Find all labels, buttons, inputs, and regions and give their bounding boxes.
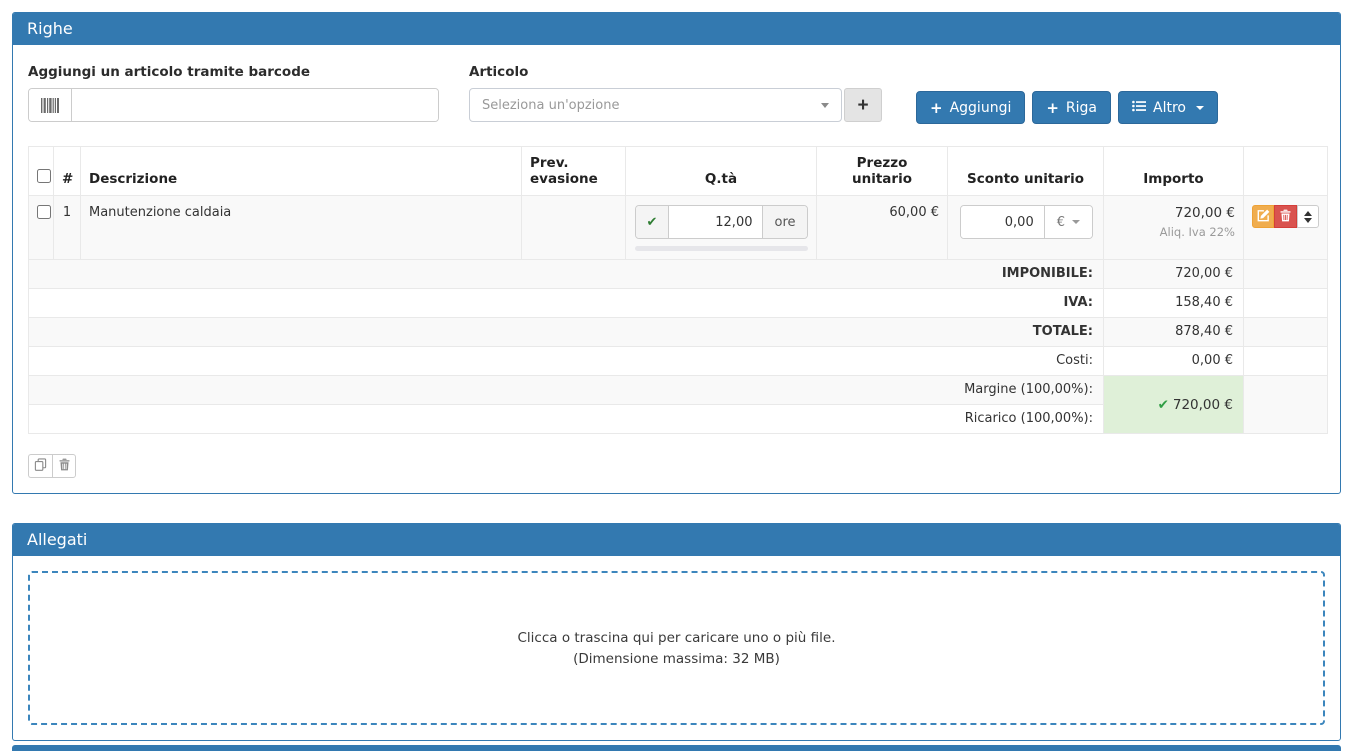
unit-of-measure-label: ore xyxy=(762,206,806,238)
row-importo-cell: 720,00 € Aliq. Iva 22% xyxy=(1104,196,1244,260)
edit-row-button[interactable] xyxy=(1252,205,1274,228)
aggiungi-button[interactable]: + Aggiungi xyxy=(916,91,1025,124)
barcode-icon xyxy=(29,89,72,121)
pencil-square-icon xyxy=(1257,209,1270,225)
row-number: 1 xyxy=(54,196,81,260)
dropzone-text-line2: (Dimensione massima: 32 MB) xyxy=(573,651,780,667)
add-row-form: Aggiungi un articolo tramite barcode xyxy=(28,60,1325,124)
articolo-field-group: Articolo Seleziona un'opzione + xyxy=(469,60,882,122)
dropzone-text-line1: Clicca o trascina qui per caricare uno o… xyxy=(518,630,836,646)
barcode-field-group: Aggiungi un articolo tramite barcode xyxy=(28,60,439,122)
trash-icon xyxy=(59,458,70,474)
row-prev-evasione xyxy=(522,196,626,260)
totale-value: 878,40 € xyxy=(1104,318,1244,347)
discount-input[interactable] xyxy=(961,206,1044,238)
imponibile-value: 720,00 € xyxy=(1104,260,1244,289)
delete-rows-button[interactable] xyxy=(52,454,76,478)
row-prezzo-unitario: 60,00 € xyxy=(817,196,948,260)
col-importo: Importo xyxy=(1104,147,1244,196)
righe-panel-title: Righe xyxy=(27,19,73,38)
summary-row-costi: Costi: 0,00 € xyxy=(29,347,1328,376)
summary-row-totale: TOTALE: 878,40 € xyxy=(29,318,1328,347)
riga-button[interactable]: + Riga xyxy=(1032,91,1111,124)
barcode-input[interactable] xyxy=(72,89,438,121)
copy-icon xyxy=(34,458,47,474)
col-prezzo: Prezzo unitario xyxy=(817,147,948,196)
righe-table: # Descrizione Prev. evasione Q.tà Prezzo… xyxy=(28,146,1328,434)
sort-arrows-icon xyxy=(1304,211,1312,223)
row-qta-cell: ✔ ore xyxy=(626,196,817,260)
list-icon xyxy=(1132,100,1146,116)
row-aliquota-iva: Aliq. Iva 22% xyxy=(1112,225,1235,239)
table-header-row: # Descrizione Prev. evasione Q.tà Prezzo… xyxy=(29,147,1328,196)
col-actions xyxy=(1244,147,1328,196)
allegati-panel-title: Allegati xyxy=(27,530,87,549)
costi-value: 0,00 € xyxy=(1104,347,1244,376)
select-all-checkbox[interactable] xyxy=(37,169,51,183)
delete-row-button[interactable] xyxy=(1274,205,1296,228)
row-checkbox[interactable] xyxy=(37,205,51,219)
caret-down-icon xyxy=(1072,220,1080,224)
plus-icon: + xyxy=(1046,99,1059,117)
allegati-panel-body: Clicca o trascina qui per caricare uno o… xyxy=(13,556,1340,740)
col-sconto: Sconto unitario xyxy=(948,147,1104,196)
quantity-input[interactable] xyxy=(669,206,762,238)
row-actions-cell xyxy=(1244,196,1328,260)
altro-dropdown-button[interactable]: Altro xyxy=(1118,91,1218,124)
row-toolbar: + Aggiungi + Riga xyxy=(916,60,1218,124)
caret-down-icon xyxy=(1196,106,1204,110)
discount-input-group: € xyxy=(960,205,1093,239)
summary-row-margine: Margine (100,00%): ✔720,00 € xyxy=(29,376,1328,405)
row-importo: 720,00 € xyxy=(1112,205,1235,221)
barcode-label: Aggiungi un articolo tramite barcode xyxy=(28,64,439,80)
chevron-down-icon xyxy=(821,103,829,108)
table-row: 1 Manutenzione caldaia ✔ ore xyxy=(29,196,1328,260)
trash-icon xyxy=(1280,209,1291,225)
row-descrizione: Manutenzione caldaia xyxy=(81,196,522,260)
reorder-row-handle[interactable] xyxy=(1297,205,1319,228)
add-articolo-button[interactable]: + xyxy=(844,88,882,122)
allegati-panel: Allegati Clicca o trascina qui per caric… xyxy=(12,523,1341,741)
col-descrizione: Descrizione xyxy=(81,147,522,196)
row-sconto-cell: € xyxy=(948,196,1104,260)
margine-value: 720,00 € xyxy=(1173,397,1233,413)
bulk-actions-group xyxy=(28,454,76,478)
check-icon: ✔ xyxy=(1158,397,1169,413)
righe-panel-body: Aggiungi un articolo tramite barcode xyxy=(13,45,1340,493)
col-qta: Q.tà xyxy=(626,147,817,196)
articolo-label: Articolo xyxy=(469,64,882,80)
margine-value-cell: ✔720,00 € xyxy=(1104,376,1244,434)
iva-value: 158,40 € xyxy=(1104,289,1244,318)
row-select-cell xyxy=(29,196,54,260)
evasione-progress-bar xyxy=(635,246,808,251)
righe-panel-header: Righe xyxy=(13,13,1340,45)
plus-icon: + xyxy=(930,99,943,117)
summary-row-imponibile: IMPONIBILE: 720,00 € xyxy=(29,260,1328,289)
col-prev-evasione: Prev. evasione xyxy=(522,147,626,196)
discount-type-dropdown[interactable]: € xyxy=(1044,206,1092,238)
next-panel-header-strip xyxy=(12,745,1341,751)
select-all-cell xyxy=(29,147,54,196)
col-num: # xyxy=(54,147,81,196)
allegati-panel-header: Allegati xyxy=(13,524,1340,556)
duplicate-rows-button[interactable] xyxy=(28,454,52,478)
barcode-input-group xyxy=(28,88,439,122)
file-upload-dropzone[interactable]: Clicca o trascina qui per caricare uno o… xyxy=(28,571,1325,725)
summary-row-iva: IVA: 158,40 € xyxy=(29,289,1328,318)
righe-panel: Righe Aggiungi un articolo tramite barco… xyxy=(12,12,1341,494)
quantity-input-group: ✔ ore xyxy=(635,205,808,239)
quantity-ok-check-icon: ✔ xyxy=(636,206,670,238)
articolo-select[interactable]: Seleziona un'opzione xyxy=(469,88,842,122)
page: Righe Aggiungi un articolo tramite barco… xyxy=(0,0,1353,751)
articolo-select-placeholder: Seleziona un'opzione xyxy=(482,98,619,113)
